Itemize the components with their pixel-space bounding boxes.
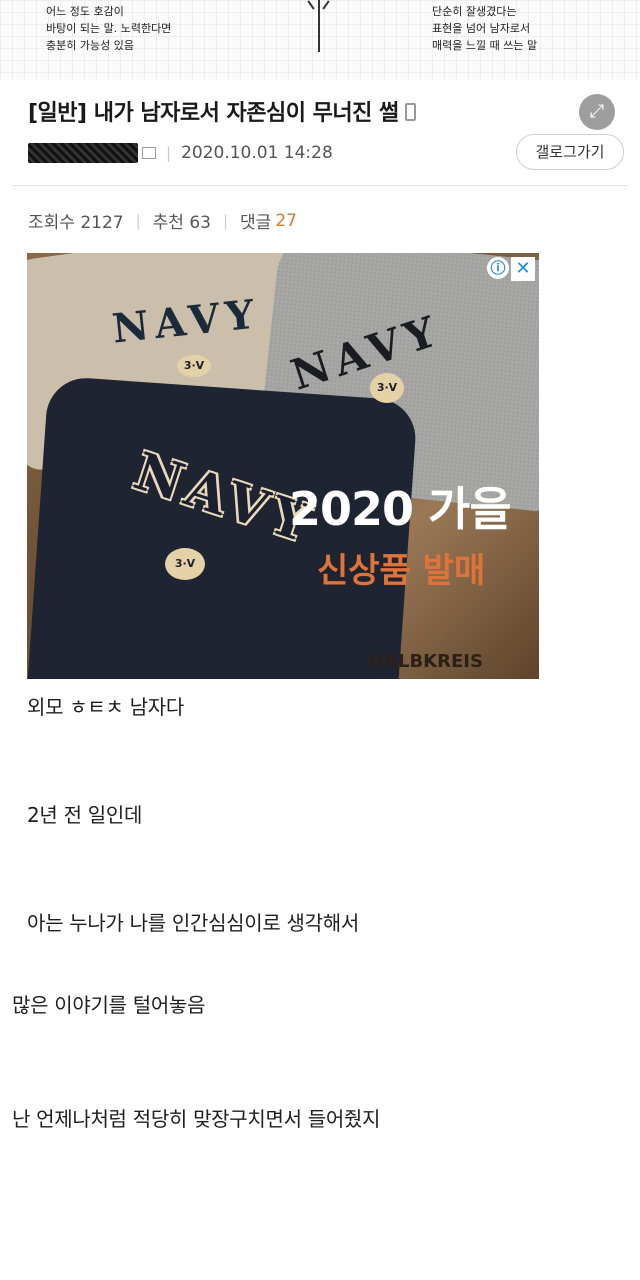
post-paragraph: 많은 이야기를 털어놓음 <box>12 993 206 1017</box>
strip-right-line: 단순히 잘생겼다는 <box>432 5 517 18</box>
ad-banner[interactable]: NAVY NAVY NAVY 3·V 3·V 3·V 2020 가을 신상품 발… <box>27 253 539 679</box>
header-divider <box>12 185 628 186</box>
strip-right-caption: 단순히 잘생겼다는 표현을 넘어 남자로서 매력을 느낄 때 쓰는 말 <box>432 3 537 54</box>
post-title-text: [일반] 내가 남자로서 자존심이 무너진 썰 <box>28 101 399 126</box>
strip-right-line: 표현을 넘어 남자로서 <box>432 22 531 35</box>
post-meta: | 2020.10.01 14:28 <box>28 141 333 165</box>
comments-label: 댓글 <box>240 213 272 233</box>
view-count: 조회수 2127 <box>28 213 124 233</box>
strip-left-caption: 어느 정도 호감이 바탕이 되는 말. 노력한다면 충분히 가능성 있음 <box>46 3 171 54</box>
post-paragraph: 아는 누나가 나를 인간심심이로 생각해서 <box>27 911 359 935</box>
ad-subline: 신상품 발매 <box>317 551 486 591</box>
ad-brand-logo: HALBKREIS <box>369 651 483 672</box>
post-stats: 조회수 2127 | 추천 63 | 댓글 27 <box>28 208 297 234</box>
stick-figure-body <box>318 0 320 52</box>
shirt-badge: 3·V <box>370 373 404 403</box>
comment-count[interactable]: 27 <box>275 211 297 231</box>
stats-separator: | <box>135 211 141 230</box>
shirt-badge: 3·V <box>165 548 205 580</box>
shirt-badge: 3·V <box>177 355 211 377</box>
author-nickname-redacted[interactable] <box>28 143 138 163</box>
recommend-count: 추천 63 <box>152 213 211 233</box>
meta-separator: | <box>166 144 172 162</box>
strip-right-line: 매력을 느낄 때 쓰는 말 <box>432 39 538 52</box>
strip-left-line: 충분히 가능성 있음 <box>46 39 134 52</box>
strip-left-line: 어느 정도 호감이 <box>46 5 124 18</box>
close-icon[interactable]: ✕ <box>511 257 535 281</box>
gallog-button[interactable]: 갤로그가기 <box>516 134 624 170</box>
post-title: [일반] 내가 남자로서 자존심이 무너진 썰 <box>28 95 548 127</box>
stats-separator: | <box>222 211 229 230</box>
top-comic-strip: 어느 정도 호감이 바탕이 되는 말. 노력한다면 충분히 가능성 있음 단순히… <box>0 0 640 80</box>
info-icon[interactable]: ⓘ <box>487 257 509 279</box>
strip-left-line: 바탕이 되는 말. 노력한다면 <box>46 22 172 35</box>
post-date: 2020.10.01 14:28 <box>181 143 333 163</box>
ad-headline: 2020 가을 <box>289 482 512 536</box>
post-paragraph: 난 언제나처럼 적당히 맞장구치면서 들어줬지 <box>12 1107 381 1131</box>
post-paragraph: 외모 ㅎㅌㅊ 남자다 <box>27 695 184 719</box>
user-badge-icon <box>142 147 156 159</box>
mobile-icon <box>404 103 416 121</box>
expand-icon[interactable]: ⤢ <box>579 94 615 130</box>
stick-figure-arm <box>322 0 330 10</box>
post-paragraph: 2년 전 일인데 <box>27 803 143 827</box>
stick-figure-arm <box>307 0 315 10</box>
